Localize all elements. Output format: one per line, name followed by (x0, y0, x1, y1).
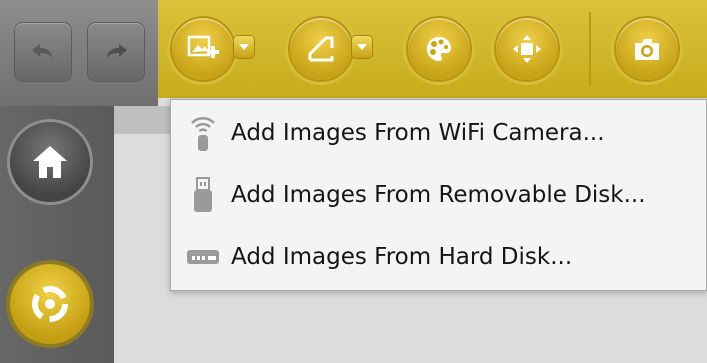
add-images-icon (187, 35, 219, 58)
resize-button[interactable] (496, 18, 558, 80)
camera-button[interactable] (616, 18, 678, 80)
chevron-down-icon (239, 44, 249, 50)
crop-dropdown[interactable] (352, 36, 372, 58)
undo-icon (32, 44, 52, 58)
add-images-dropdown[interactable] (234, 36, 254, 58)
menu-item-removable-disk[interactable]: Add Images From Removable Disk... (171, 166, 706, 224)
redo-icon (107, 44, 127, 58)
left-sidebar (0, 106, 114, 363)
add-images-menu: Add Images From WiFi Camera... Add Image… (170, 99, 707, 291)
history-toolbar (0, 0, 158, 106)
home-icon (33, 146, 67, 178)
resize-icon (513, 35, 541, 63)
wifi-icon (191, 116, 215, 151)
menu-item-label: Add Images From Hard Disk... (231, 244, 573, 270)
usb-drive-icon (194, 177, 212, 212)
menu-item-wifi-camera[interactable]: Add Images From WiFi Camera... (171, 104, 706, 162)
undo-button[interactable] (15, 23, 71, 81)
crop-icon (308, 36, 334, 62)
add-images-button[interactable] (172, 18, 234, 80)
hard-disk-icon (187, 250, 219, 264)
menu-item-label: Add Images From WiFi Camera... (231, 120, 605, 146)
color-palette-button[interactable] (408, 18, 470, 80)
home-button[interactable] (10, 122, 90, 202)
color-palette-icon (427, 37, 451, 61)
camera-icon (635, 39, 659, 60)
crop-button[interactable] (290, 18, 352, 80)
redo-button[interactable] (88, 23, 144, 81)
menu-item-label: Add Images From Removable Disk... (231, 182, 646, 208)
toolbar-separator (589, 12, 591, 86)
menu-item-hard-disk[interactable]: Add Images From Hard Disk... (171, 228, 706, 286)
main-toolbar (158, 0, 707, 98)
location-icon (32, 286, 68, 322)
chevron-down-icon (357, 44, 367, 50)
location-button[interactable] (10, 264, 90, 344)
